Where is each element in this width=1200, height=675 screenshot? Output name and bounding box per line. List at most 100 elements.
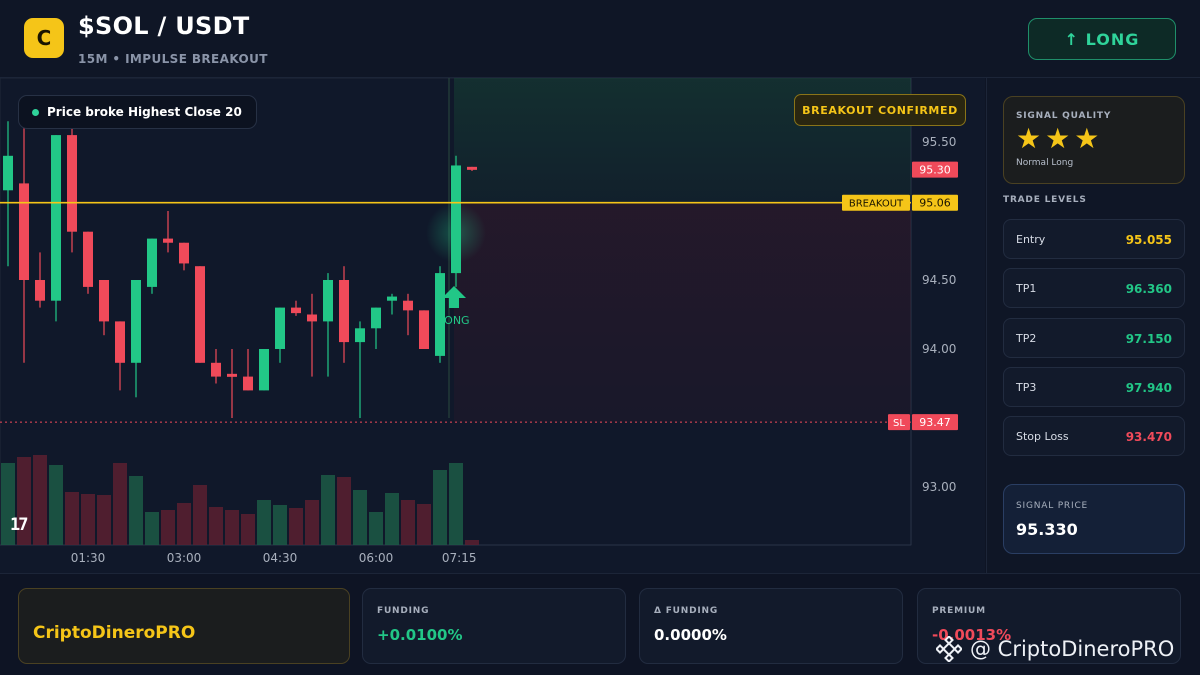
pair-title: $SOL / USDT — [78, 12, 250, 40]
volume-bar — [33, 455, 47, 545]
volume-bar — [273, 505, 287, 545]
time-tick-label: 03:00 — [167, 551, 202, 565]
level-tp3: TP3 97.940 — [1003, 367, 1185, 407]
binance-icon — [936, 636, 962, 662]
level-tp2: TP2 97.150 — [1003, 318, 1185, 358]
sl-tag-label: SL — [893, 418, 905, 429]
volume-bar — [449, 463, 463, 545]
signal-price-card: SIGNAL PRICE 95.330 — [1003, 484, 1185, 554]
time-tick-label: 04:30 — [263, 551, 298, 565]
candle-body — [307, 314, 317, 322]
candle-body — [3, 155, 13, 191]
breakout-price-label: 95.06 — [919, 197, 951, 210]
volume-bar — [353, 490, 367, 545]
volume-bar — [433, 470, 447, 545]
sl-price-label: 93.47 — [919, 416, 951, 429]
delta-funding-value: 0.0000% — [654, 626, 727, 644]
level-value: 93.470 — [1125, 430, 1172, 444]
signal-quality-card: SIGNAL QUALITY ★ ★ ★ Normal Long — [1003, 96, 1185, 184]
volume-bar — [257, 500, 271, 545]
signal-quality-title: SIGNAL QUALITY — [1016, 111, 1112, 121]
candle-body — [323, 280, 333, 322]
delta-funding-card: Δ FUNDING 0.0000% — [639, 588, 903, 664]
quality-label: Normal Long — [1016, 158, 1074, 168]
current-price-label: 95.30 — [919, 164, 951, 177]
level-name: Entry — [1016, 233, 1046, 246]
level-stop-loss: Stop Loss 93.470 — [1003, 416, 1185, 456]
long-signal-button[interactable]: ↑ LONG — [1028, 18, 1176, 60]
level-name: Stop Loss — [1016, 430, 1069, 443]
time-tick-label: 07:15 — [442, 551, 477, 565]
breakout-tag-label: BREAKOUT — [849, 199, 904, 210]
volume-bar — [401, 500, 415, 545]
breakout-confirmed-badge: BREAKOUT CONFIRMED — [794, 94, 966, 126]
price-tick-label: 95.50 — [922, 135, 956, 149]
funding-card: FUNDING +0.0100% — [362, 588, 626, 664]
volume-bar — [417, 504, 431, 545]
volume-bar — [65, 492, 79, 545]
level-value: 97.940 — [1125, 381, 1172, 395]
candle-body — [51, 135, 61, 301]
candlestick-chart[interactable]: 95.5094.5094.0093.002401:3003:0004:3006:… — [0, 78, 985, 573]
volume-bar — [49, 465, 63, 545]
candle-body — [227, 373, 237, 377]
volume-bar — [193, 485, 207, 545]
candle-body — [83, 231, 93, 287]
candle-body — [131, 280, 141, 363]
candle-body — [275, 307, 285, 349]
level-name: TP2 — [1016, 332, 1037, 345]
app-logo: C — [24, 18, 64, 58]
footer: CriptoDineroPRO FUNDING +0.0100% Δ FUNDI… — [0, 573, 1200, 675]
level-value: 96.360 — [1125, 282, 1172, 296]
volume-bar — [337, 477, 351, 545]
candle-body — [371, 307, 381, 329]
status-dot — [32, 108, 39, 116]
candle-body — [339, 280, 349, 343]
candle-body — [243, 376, 253, 391]
level-name: TP3 — [1016, 381, 1037, 394]
watermark-text: @ CriptoDineroPRO — [970, 637, 1175, 661]
risk-zone — [454, 202, 911, 423]
volume-bar — [225, 510, 239, 545]
watermark: @ CriptoDineroPRO — [936, 636, 1174, 662]
candle-body — [35, 280, 45, 301]
volume-bar — [81, 494, 95, 545]
price-chart[interactable]: 95.5094.5094.0093.002401:3003:0004:3006:… — [0, 78, 985, 573]
price-tick-label: 94.00 — [922, 342, 956, 356]
star-icon: ★ — [1074, 122, 1100, 155]
volume-bar — [321, 475, 335, 545]
candle-body — [387, 296, 397, 301]
candle-body — [467, 166, 477, 170]
candle-body — [163, 238, 173, 243]
candle-body — [19, 183, 29, 280]
volume-bar — [145, 512, 159, 545]
level-value: 95.055 — [1125, 233, 1172, 247]
volume-bar — [113, 463, 127, 545]
signal-glow — [426, 202, 486, 263]
time-tick-label: 01:30 — [71, 551, 106, 565]
candle-body — [115, 321, 125, 363]
volume-bar — [129, 476, 143, 545]
candle-body — [195, 266, 205, 363]
signal-price-label: SIGNAL PRICE — [1016, 501, 1089, 511]
volume-bar — [161, 510, 175, 545]
candle-body — [403, 300, 413, 311]
level-tp1: TP1 96.360 — [1003, 268, 1185, 308]
candle-body — [99, 280, 109, 322]
volume-bar — [385, 493, 399, 545]
candle-body — [419, 310, 429, 349]
volume-bar — [465, 540, 479, 545]
long-marker-label: LONG — [438, 314, 469, 327]
funding-value: +0.0100% — [377, 626, 463, 644]
candle-body — [67, 135, 77, 232]
quality-stars: ★ ★ ★ — [1016, 123, 1099, 155]
trade-levels-title: TRADE LEVELS — [1003, 195, 1087, 205]
volume-bar — [209, 507, 223, 545]
candle-body — [355, 328, 365, 343]
candle-body — [147, 238, 157, 287]
candle-body — [179, 242, 189, 264]
volume-bar — [369, 512, 383, 545]
candle-body — [259, 349, 269, 391]
funding-label: FUNDING — [377, 606, 430, 616]
price-tick-label: 94.50 — [922, 273, 956, 287]
